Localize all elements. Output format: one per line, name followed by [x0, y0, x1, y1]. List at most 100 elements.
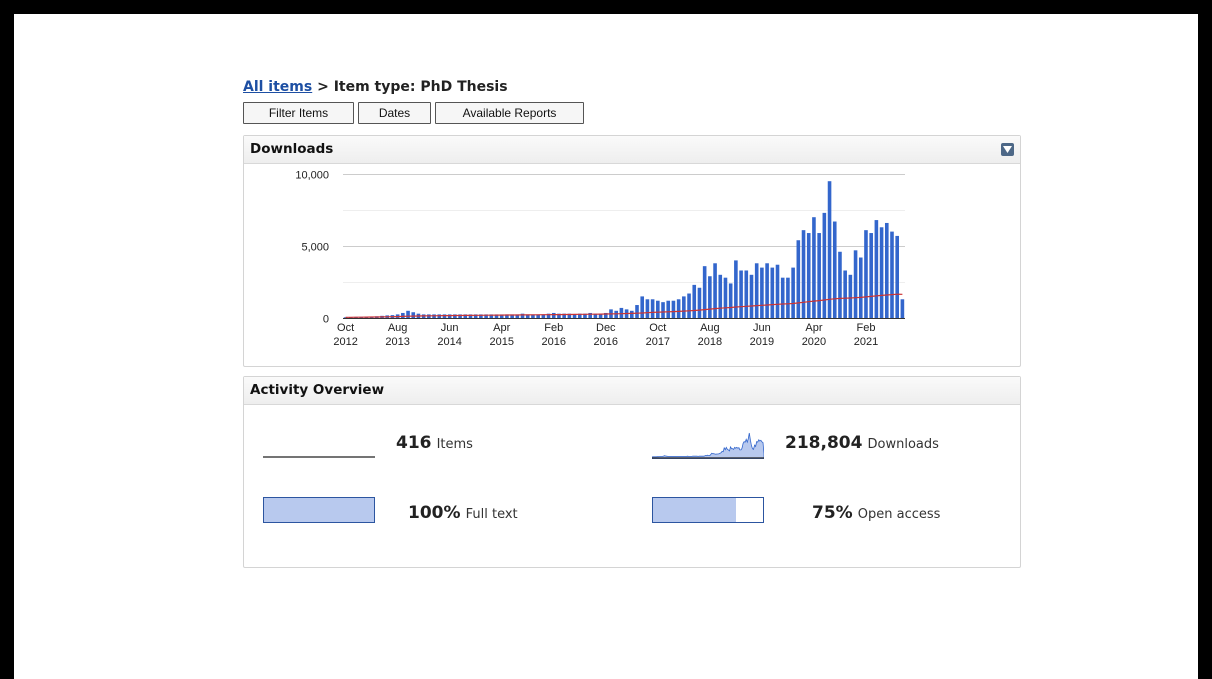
download-bar: [874, 220, 879, 318]
download-bar: [786, 277, 790, 318]
dates-button[interactable]: Dates: [358, 102, 431, 124]
chart-y-ticks: 0 5,000 10,000: [295, 170, 329, 326]
download-bar: [864, 230, 868, 318]
openaccess-percent: 75%: [812, 503, 853, 523]
x-tick-month: Aug: [700, 322, 720, 334]
x-tick-month: Dec: [596, 322, 616, 334]
download-bar: [760, 267, 764, 318]
download-bar: [848, 274, 853, 318]
breadcrumb-separator: >: [312, 79, 334, 95]
chart-bars: [343, 181, 905, 318]
download-bar: [770, 267, 775, 318]
available-reports-button[interactable]: Available Reports: [435, 102, 584, 124]
breadcrumb: All items > Item type: PhD Thesis: [243, 77, 1021, 97]
x-tick-month: Jun: [753, 322, 771, 334]
x-tick-year: 2012: [333, 336, 357, 348]
download-bar: [723, 277, 728, 318]
download-bar: [895, 235, 899, 318]
download-bar: [650, 299, 655, 318]
x-tick-month: Oct: [649, 322, 666, 334]
items-count: 416: [396, 433, 432, 453]
downloads-label: Downloads: [867, 437, 939, 452]
downloads-chart: 0 5,000 10,000 Oct 2012 Aug 2013 Jun 2014 Apr 201…: [295, 170, 905, 348]
page: All items > Item type: PhD Thesis Filter…: [14, 14, 1198, 679]
fulltext-label: Full text: [465, 507, 518, 522]
download-bar: [739, 270, 743, 318]
download-bar: [754, 263, 759, 318]
download-bar: [692, 284, 697, 318]
download-bar: [796, 240, 801, 318]
x-tick-year: 2014: [437, 336, 461, 348]
y-tick-label: 10,000: [295, 170, 329, 182]
x-tick-year: 2016: [594, 336, 618, 348]
download-bar: [411, 312, 416, 318]
activity-overview-panel: Activity Overview 416 Items 218,804 Down…: [243, 376, 1021, 568]
download-bar: [661, 302, 665, 318]
x-tick-year: 2018: [698, 336, 722, 348]
downloads-panel-title: Downloads: [250, 141, 334, 157]
download-bar: [806, 233, 811, 318]
download-bar: [551, 312, 556, 318]
x-tick-month: Oct: [337, 322, 354, 334]
report-content: All items > Item type: PhD Thesis Filter…: [243, 77, 1021, 568]
download-bar: [671, 300, 676, 318]
download-bar: [718, 274, 723, 318]
download-bar: [812, 217, 816, 318]
x-tick-year: 2021: [854, 336, 878, 348]
fulltext-percent: 100%: [408, 503, 461, 523]
download-bar: [645, 299, 650, 318]
download-bar: [406, 310, 410, 318]
filter-items-button[interactable]: Filter Items: [243, 102, 354, 124]
download-bar: [687, 293, 691, 318]
download-bar: [656, 300, 660, 318]
download-bar: [890, 231, 894, 318]
download-bar: [780, 277, 785, 318]
download-bar: [619, 307, 624, 318]
download-bar: [843, 270, 847, 318]
download-bar: [744, 270, 749, 318]
download-bar: [635, 305, 639, 318]
sparkline-area: [652, 432, 764, 459]
download-bar: [676, 299, 681, 318]
collapse-toggle-icon[interactable]: [1001, 143, 1014, 156]
downloads-panel-header: Downloads: [244, 136, 1020, 164]
x-tick-month: Aug: [388, 322, 408, 334]
x-tick-year: 2013: [385, 336, 409, 348]
download-bar: [697, 287, 702, 318]
download-bar: [640, 296, 645, 318]
fulltext-stat: 100% Full text: [408, 503, 518, 523]
download-bar: [832, 221, 837, 318]
download-bar: [728, 283, 733, 318]
x-tick-year: 2016: [542, 336, 566, 348]
download-bar: [858, 257, 863, 318]
fulltext-bar-fill: [264, 498, 374, 522]
download-bar: [682, 296, 686, 318]
download-bar: [765, 263, 769, 318]
download-bar: [447, 314, 452, 318]
items-label: Items: [436, 437, 473, 452]
toolbar: Filter Items Dates Available Reports: [243, 102, 1021, 124]
x-tick-month: Feb: [856, 322, 875, 334]
items-sparkline: [263, 456, 375, 458]
download-bar: [827, 181, 832, 318]
downloads-panel: Downloads 0 5,000 10,000 Oct 2012 Aug 2013 Jun…: [243, 135, 1021, 367]
activity-overview-title: Activity Overview: [250, 382, 385, 398]
download-bar: [630, 310, 634, 318]
x-tick-year: 2020: [802, 336, 826, 348]
downloads-stat: 218,804 Downloads: [785, 433, 939, 453]
x-tick-year: 2015: [489, 336, 513, 348]
breadcrumb-current: Item type: PhD Thesis: [333, 79, 508, 95]
download-bar: [817, 233, 821, 318]
openaccess-stat: 75% Open access: [812, 503, 940, 523]
downloads-count: 218,804: [785, 433, 863, 453]
x-tick-month: Apr: [805, 322, 822, 334]
breadcrumb-all-items-link[interactable]: All items: [243, 79, 312, 95]
download-bar: [713, 263, 717, 318]
download-bar: [734, 260, 738, 318]
download-bar: [401, 312, 405, 318]
x-tick-month: Jun: [441, 322, 459, 334]
x-tick-year: 2019: [750, 336, 774, 348]
download-bar: [749, 274, 754, 318]
download-bar: [879, 227, 884, 318]
y-tick-label: 0: [323, 314, 329, 326]
